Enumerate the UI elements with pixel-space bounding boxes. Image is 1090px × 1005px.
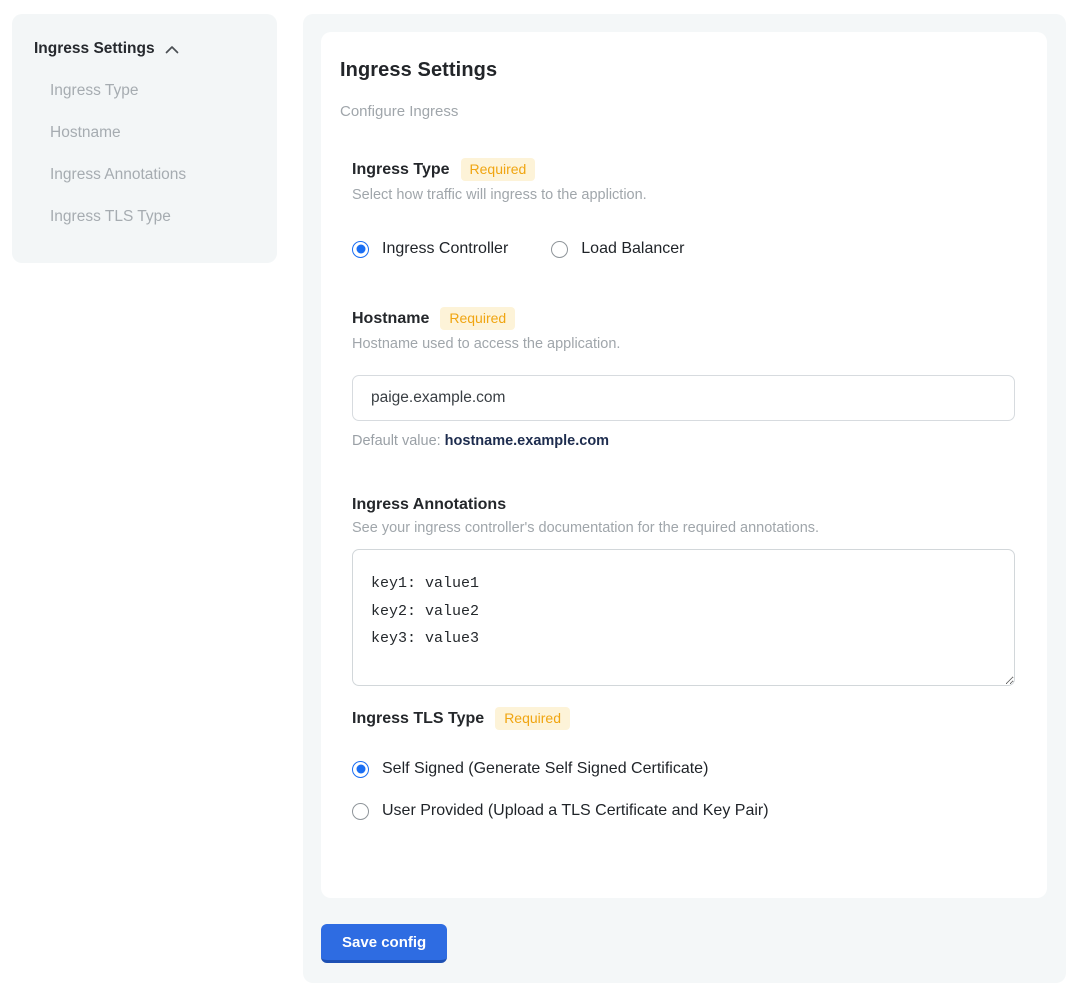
radio-label: User Provided (Upload a TLS Certificate … [382,802,769,820]
config-panel: Ingress Settings Configure Ingress Ingre… [303,14,1066,983]
ingress-annotations-textarea[interactable]: key1: value1 key2: value2 key3: value3 [352,549,1015,686]
save-config-button[interactable]: Save config [321,924,447,963]
radio-icon [551,241,568,258]
ingress-type-radio-group: Ingress Controller Load Balancer [352,240,1015,258]
sidebar-nav-list: Ingress Type Hostname Ingress Annotation… [34,82,257,226]
radio-self-signed[interactable]: Self Signed (Generate Self Signed Certif… [352,760,1015,778]
required-badge: Required [461,158,536,181]
radio-icon [352,761,369,778]
ingress-tls-type-field: Ingress TLS Type Required Self Signed (G… [352,707,1015,820]
radio-load-balancer[interactable]: Load Balancer [551,240,684,258]
sidebar-item-hostname[interactable]: Hostname [34,124,257,142]
ingress-type-description: Select how traffic will ingress to the a… [352,187,1015,203]
sidebar-group-ingress-settings[interactable]: Ingress Settings [34,40,257,58]
ingress-type-field: Ingress Type Required Select how traffic… [352,158,1015,258]
required-badge: Required [440,307,515,330]
hostname-input[interactable] [352,375,1015,421]
radio-label: Ingress Controller [382,240,508,258]
hostname-description: Hostname used to access the application. [352,336,1015,352]
ingress-tls-type-label: Ingress TLS Type [352,710,484,728]
default-value-text: hostname.example.com [445,433,609,449]
sidebar-group-label: Ingress Settings [34,40,155,58]
page-title: Ingress Settings [340,59,1015,82]
ingress-settings-card: Ingress Settings Configure Ingress Ingre… [321,32,1047,898]
hostname-default-value: Default value:hostname.example.com [352,433,1015,449]
sidebar-item-ingress-annotations[interactable]: Ingress Annotations [34,166,257,184]
page-layout: Ingress Settings Ingress Type Hostname I… [0,0,1090,1005]
radio-label: Load Balancer [581,240,684,258]
ingress-type-label: Ingress Type [352,161,450,179]
radio-icon [352,803,369,820]
chevron-up-icon [164,43,180,57]
hostname-field: Hostname Required Hostname used to acces… [352,307,1015,449]
required-badge: Required [495,707,570,730]
radio-label: Self Signed (Generate Self Signed Certif… [382,760,708,778]
hostname-label: Hostname [352,310,429,328]
radio-user-provided[interactable]: User Provided (Upload a TLS Certificate … [352,802,1015,820]
ingress-annotations-field: Ingress Annotations See your ingress con… [352,496,1015,686]
sidebar-item-ingress-type[interactable]: Ingress Type [34,82,257,100]
radio-ingress-controller[interactable]: Ingress Controller [352,240,508,258]
ingress-annotations-description: See your ingress controller's documentat… [352,520,1015,536]
default-value-label: Default value: [352,433,441,449]
settings-sidebar: Ingress Settings Ingress Type Hostname I… [12,14,277,263]
ingress-tls-type-radio-group: Self Signed (Generate Self Signed Certif… [352,760,1015,820]
page-subtitle: Configure Ingress [340,103,1015,120]
sidebar-item-ingress-tls-type[interactable]: Ingress TLS Type [34,208,257,226]
ingress-annotations-label: Ingress Annotations [352,496,506,514]
radio-icon [352,241,369,258]
